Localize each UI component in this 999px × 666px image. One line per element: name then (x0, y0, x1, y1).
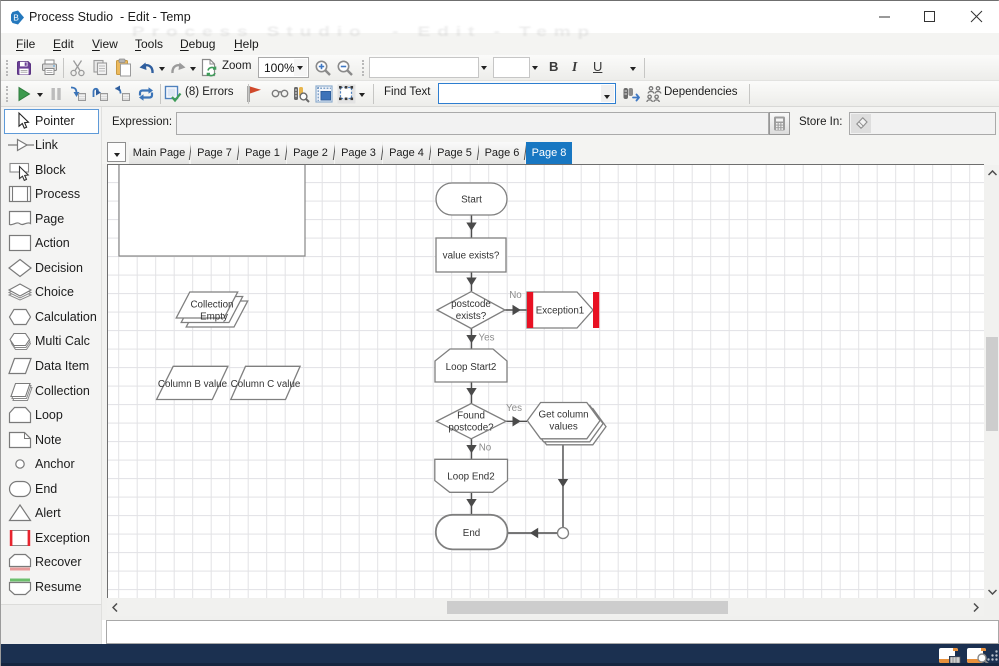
svg-text:exists?: exists? (456, 311, 487, 322)
svg-text:Loop Start2: Loop Start2 (446, 362, 497, 373)
svg-text:Column C value: Column C value (231, 379, 301, 390)
svg-text:values: values (549, 422, 577, 433)
svg-text:postcode?: postcode? (448, 423, 494, 434)
svg-text:Found: Found (457, 411, 485, 422)
svg-text:No: No (509, 290, 522, 301)
svg-text:Exception1: Exception1 (536, 306, 584, 317)
svg-text:Empty: Empty (200, 312, 228, 323)
svg-text:Get column: Get column (539, 410, 589, 421)
svg-text:Loop End2: Loop End2 (447, 472, 494, 483)
svg-text:Yes: Yes (506, 403, 522, 414)
svg-text:postcode: postcode (451, 299, 491, 310)
svg-text:Start: Start (461, 195, 482, 206)
svg-text:Collection: Collection (190, 300, 233, 311)
svg-text:Yes: Yes (479, 333, 495, 344)
svg-text:End: End (463, 528, 480, 539)
svg-text:Column B value: Column B value (158, 379, 228, 390)
svg-text:value exists?: value exists? (443, 251, 500, 262)
svg-text:No: No (479, 443, 492, 454)
